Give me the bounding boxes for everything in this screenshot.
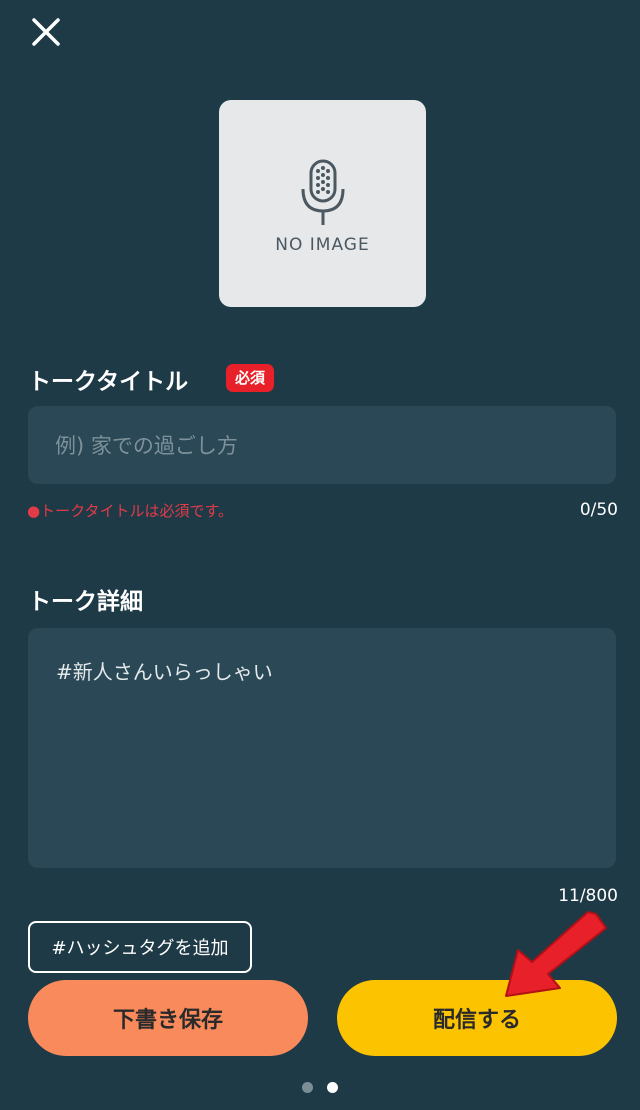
microphone-icon: [301, 159, 344, 225]
red-arrow-icon: [505, 911, 607, 997]
title-error-message: ●トークタイトルは必須です。: [27, 502, 233, 520]
no-image-label: NO IMAGE: [275, 234, 370, 255]
save-draft-button[interactable]: 下書き保存: [28, 980, 308, 1056]
talk-title-label: トークタイトル: [28, 369, 189, 395]
page-dot-1[interactable]: [302, 1082, 313, 1093]
talk-detail-value: #新人さんいらっしゃい: [56, 660, 273, 684]
close-button[interactable]: [26, 12, 66, 52]
talk-detail-textarea[interactable]: #新人さんいらっしゃい: [28, 628, 616, 868]
page-dot-2[interactable]: [327, 1082, 338, 1093]
required-badge: 必須: [226, 364, 275, 392]
talk-thumbnail[interactable]: NO IMAGE: [219, 100, 426, 307]
talk-detail-label: トーク詳細: [28, 589, 143, 615]
add-hashtag-button[interactable]: #ハッシュタグを追加: [28, 921, 252, 973]
page-indicator: [0, 1082, 640, 1093]
title-char-counter: 0/50: [579, 500, 618, 520]
detail-char-counter: 11/800: [558, 886, 618, 906]
talk-title-placeholder: 例) 家での過ごし方: [55, 434, 238, 458]
close-icon: [32, 18, 60, 46]
talk-title-input[interactable]: 例) 家での過ごし方: [28, 406, 616, 484]
